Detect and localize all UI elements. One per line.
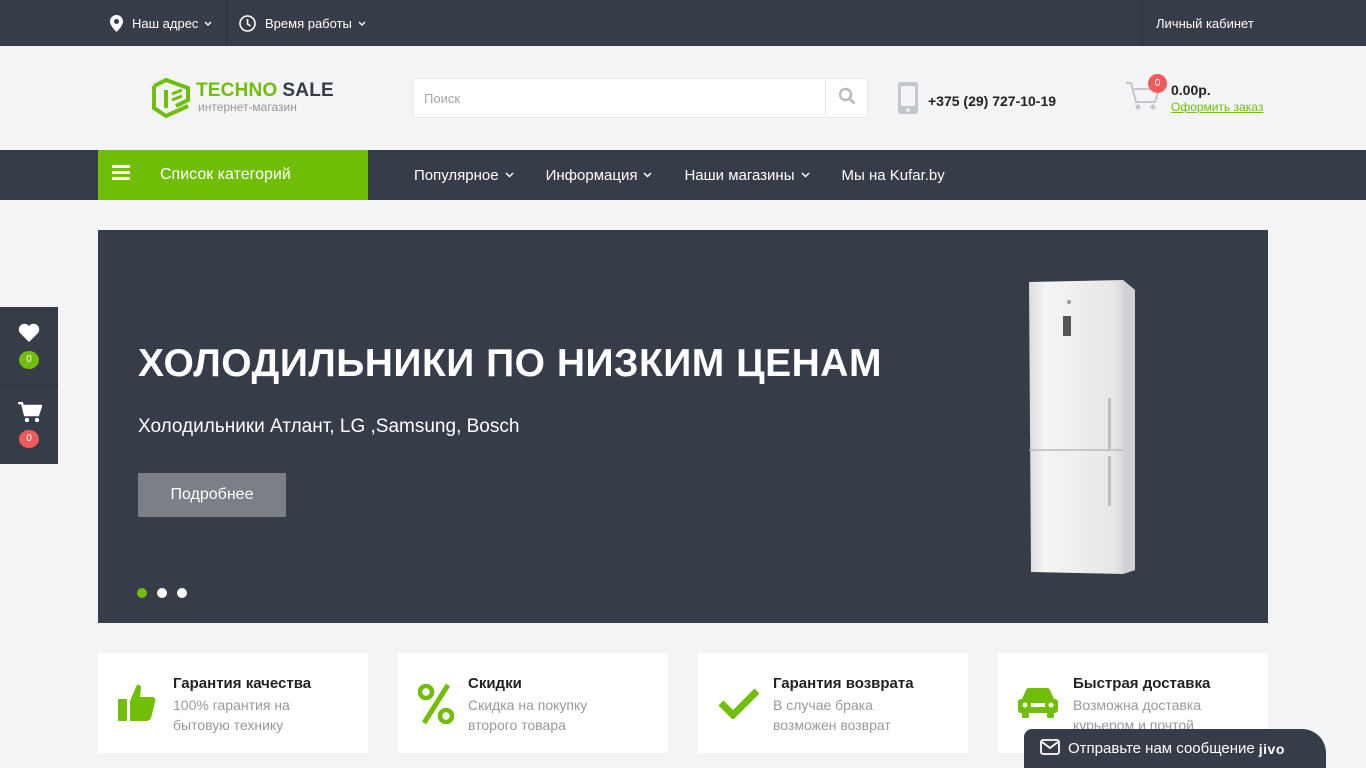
- floating-side-widget: 0 0: [0, 307, 58, 464]
- search-box: [413, 78, 868, 118]
- search-icon: [838, 87, 856, 110]
- nav-menu: Популярное Информация Наши магазины Мы н…: [414, 150, 977, 200]
- site-logo[interactable]: TECHNO SALE интернет-магазин: [152, 78, 334, 118]
- feature-quality: Гарантия качества 100% гарантия на бытов…: [98, 653, 368, 753]
- nav-item-popular[interactable]: Популярное: [414, 167, 514, 184]
- mobile-phone-icon: [898, 82, 918, 119]
- chevron-down-icon: [643, 172, 652, 178]
- thumbs-up-icon: [118, 683, 156, 728]
- truck-icon: [1018, 687, 1058, 724]
- feature-title: Быстрая доставка: [1073, 675, 1211, 692]
- hamburger-menu-icon: [112, 165, 130, 185]
- categories-label: Список категорий: [160, 166, 291, 183]
- wishlist-count-badge: 0: [19, 351, 39, 369]
- search-button[interactable]: [825, 79, 867, 117]
- checkout-link[interactable]: Оформить заказ: [1171, 100, 1263, 114]
- jivo-logo: jivo: [1258, 740, 1285, 757]
- categories-button[interactable]: Список категорий: [98, 150, 368, 200]
- main-nav: Список категорий Популярное Информация Н…: [0, 150, 1366, 200]
- top-bar: Наш адрес Время работы Личный кабинет: [0, 0, 1366, 46]
- logo-word-sale: SALE: [282, 80, 334, 101]
- heart-icon: [18, 323, 40, 348]
- feature-discounts: Скидки Скидка на покупку второго товара: [398, 653, 668, 753]
- envelope-icon: [1040, 738, 1060, 759]
- header-cart[interactable]: 0 0.00р. Оформить заказ: [1125, 74, 1270, 120]
- header: TECHNOSALE интернет-магазин +375 (29) 72…: [0, 46, 1366, 150]
- feature-desc: 100% гарантия на бытовую технику: [173, 697, 290, 733]
- wishlist-widget[interactable]: 0: [0, 307, 58, 385]
- search-input[interactable]: [414, 79, 825, 117]
- cart-widget[interactable]: 0: [0, 385, 58, 463]
- checkmark-icon: [718, 687, 760, 724]
- hero-slider: ХОЛОДИЛЬНИКИ ПО НИЗКИМ ЦЕНАМ Холодильник…: [98, 230, 1268, 623]
- hours-label: Время работы: [265, 15, 352, 31]
- cart-count-badge: 0: [1148, 74, 1167, 93]
- feature-title: Гарантия качества: [173, 675, 312, 692]
- clock-icon: [239, 14, 256, 32]
- logo-subtitle: интернет-магазин: [198, 100, 297, 114]
- logo-word-techno: TECHNO: [196, 80, 278, 101]
- nav-item-label: Популярное: [414, 166, 499, 184]
- phone-block: +375 (29) 727-10-19: [898, 82, 1056, 119]
- nav-item-info[interactable]: Информация: [546, 167, 653, 184]
- feature-desc: Скидка на покупку второго товара: [468, 697, 588, 733]
- chat-label: Отправьте нам сообщение: [1068, 740, 1255, 757]
- slide-subtitle: Холодильники Атлант, LG ,Samsung, Bosch: [138, 416, 520, 437]
- feature-return: Гарантия возврата В случае брака возможе…: [698, 653, 968, 753]
- cart-total: 0.00р.: [1171, 82, 1211, 98]
- slider-dots: [137, 588, 197, 598]
- account-link[interactable]: Личный кабинет: [1142, 0, 1268, 46]
- nav-item-kufar[interactable]: Мы на Kufar.by: [842, 167, 945, 184]
- nav-item-label: Информация: [545, 166, 638, 184]
- logo-mark-icon: [152, 78, 190, 118]
- chevron-down-icon: [505, 172, 514, 178]
- refrigerator-image: [1029, 280, 1135, 574]
- feature-desc: В случае брака возможен возврат: [773, 697, 891, 733]
- hours-dropdown[interactable]: Время работы: [227, 0, 366, 46]
- chevron-down-icon: [358, 21, 366, 26]
- slider-dot-2[interactable]: [157, 588, 167, 598]
- slide-more-button[interactable]: Подробнее: [138, 473, 286, 517]
- chevron-down-icon: [204, 21, 212, 26]
- address-label: Наш адрес: [132, 15, 199, 31]
- jivo-chat-widget[interactable]: Отправьте нам сообщение jivo: [1024, 729, 1326, 768]
- map-pin-icon: [110, 14, 123, 32]
- nav-item-stores[interactable]: Наши магазины: [684, 166, 810, 184]
- percent-icon: [417, 683, 455, 730]
- phone-number[interactable]: +375 (29) 727-10-19: [928, 93, 1056, 109]
- slide-title: ХОЛОДИЛЬНИКИ ПО НИЗКИМ ЦЕНАМ: [138, 342, 882, 385]
- shopping-cart-icon: [18, 401, 43, 428]
- slider-dot-3[interactable]: [177, 588, 187, 598]
- address-dropdown[interactable]: Наш адрес: [98, 0, 227, 46]
- nav-item-label: Наши магазины: [684, 166, 795, 184]
- logo-text: TECHNO SALE: [196, 80, 334, 102]
- chevron-down-icon: [800, 172, 810, 178]
- cart-count-badge: 0: [19, 430, 39, 448]
- nav-item-label: Мы на Kufar.by: [841, 166, 945, 184]
- feature-title: Скидки: [468, 675, 522, 692]
- feature-title: Гарантия возврата: [773, 675, 914, 692]
- slider-dot-1[interactable]: [137, 588, 147, 598]
